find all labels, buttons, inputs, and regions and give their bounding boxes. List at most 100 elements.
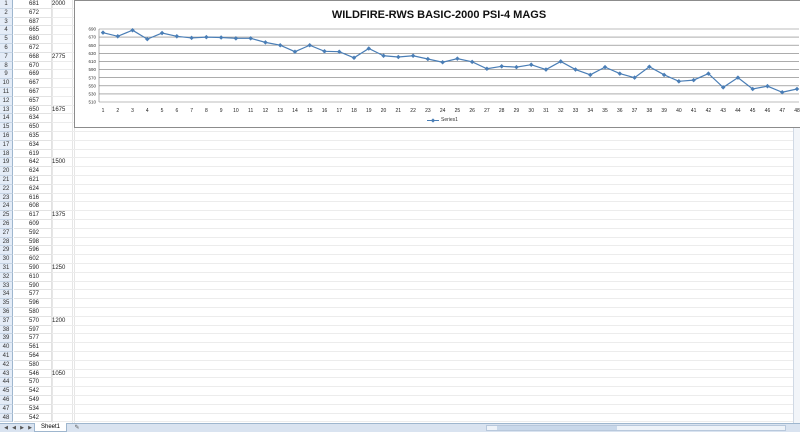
row-header[interactable]: 17: [0, 140, 13, 150]
cell-a[interactable]: 642: [14, 158, 52, 168]
row-header[interactable]: 15: [0, 123, 13, 132]
cell-b[interactable]: 2775: [52, 53, 72, 62]
row-header[interactable]: 12: [0, 96, 13, 106]
row-header[interactable]: 22: [0, 184, 13, 194]
row-header[interactable]: 4: [0, 26, 13, 36]
insert-sheet-icon[interactable]: ✎: [72, 424, 82, 432]
cell-a[interactable]: 687: [14, 17, 52, 27]
cell-a[interactable]: 621: [14, 176, 52, 185]
row-header[interactable]: 11: [0, 88, 13, 97]
row-header[interactable]: 10: [0, 79, 13, 88]
cell-a[interactable]: 542: [14, 387, 52, 396]
cell-a[interactable]: 624: [14, 167, 52, 176]
row-header[interactable]: 2: [0, 8, 13, 18]
row-header[interactable]: 13: [0, 105, 13, 115]
embedded-chart[interactable]: WILDFIRE-RWS BASIC-2000 PSI-4 MAGS 510 53…: [74, 0, 800, 128]
cell-a[interactable]: 681: [14, 0, 52, 9]
cell-a[interactable]: 577: [14, 334, 52, 344]
cell-a[interactable]: 598: [14, 237, 52, 247]
cell-a[interactable]: 549: [14, 396, 52, 405]
row-header[interactable]: 9: [0, 70, 13, 80]
cell-a[interactable]: 610: [14, 272, 52, 282]
row-header[interactable]: 42: [0, 360, 13, 370]
cell-a[interactable]: 635: [14, 132, 52, 141]
cell-a[interactable]: 634: [14, 114, 52, 124]
row-header[interactable]: 25: [0, 211, 13, 220]
row-header[interactable]: 29: [0, 246, 13, 256]
cell-a[interactable]: 672: [14, 8, 52, 18]
cell-a[interactable]: 670: [14, 61, 52, 71]
cell-a[interactable]: 617: [14, 211, 52, 220]
cell-a[interactable]: 667: [14, 88, 52, 97]
cell-b[interactable]: 1500: [52, 158, 72, 167]
cell-a[interactable]: 616: [14, 193, 52, 203]
row-header[interactable]: 38: [0, 325, 13, 335]
row-header[interactable]: 34: [0, 290, 13, 300]
cell-a[interactable]: 624: [14, 184, 52, 194]
row-header[interactable]: 43: [0, 369, 13, 379]
next-sheet-icon[interactable]: ▶: [18, 424, 26, 432]
row-header[interactable]: 32: [0, 272, 13, 282]
row-header[interactable]: 36: [0, 308, 13, 317]
row-header[interactable]: 7: [0, 52, 13, 62]
horizontal-scroll-thumb[interactable]: [497, 426, 617, 430]
cell-a[interactable]: 668: [14, 52, 52, 62]
cell-a[interactable]: 609: [14, 220, 52, 229]
cell-b[interactable]: 1250: [52, 264, 72, 273]
row-header[interactable]: 33: [0, 281, 13, 291]
cell-a[interactable]: 590: [14, 281, 52, 291]
first-sheet-icon[interactable]: ◀: [2, 424, 10, 432]
row-header[interactable]: 5: [0, 35, 13, 44]
cell-b[interactable]: 1050: [52, 370, 72, 379]
cell-a[interactable]: 596: [14, 246, 52, 256]
cell-a[interactable]: 590: [14, 264, 52, 273]
row-header[interactable]: 47: [0, 404, 13, 414]
last-sheet-icon[interactable]: ▶: [26, 424, 34, 432]
cell-a[interactable]: 602: [14, 255, 52, 264]
row-header[interactable]: 30: [0, 255, 13, 264]
row-header[interactable]: 8: [0, 61, 13, 71]
row-header[interactable]: 14: [0, 114, 13, 124]
row-header[interactable]: 46: [0, 396, 13, 405]
row-header[interactable]: 44: [0, 378, 13, 388]
cell-a[interactable]: 570: [14, 316, 52, 326]
horizontal-scrollbar[interactable]: [486, 425, 786, 431]
prev-sheet-icon[interactable]: ◀: [10, 424, 18, 432]
row-header[interactable]: 26: [0, 220, 13, 229]
cell-a[interactable]: 650: [14, 123, 52, 132]
cell-a[interactable]: 657: [14, 96, 52, 106]
cell-a[interactable]: 546: [14, 369, 52, 379]
tab-sheet1[interactable]: Sheet1: [34, 423, 68, 432]
row-header[interactable]: 23: [0, 193, 13, 203]
row-header[interactable]: 18: [0, 149, 13, 159]
row-header[interactable]: 21: [0, 176, 13, 185]
cell-a[interactable]: 570: [14, 378, 52, 388]
cell-a[interactable]: 596: [14, 299, 52, 308]
cell-a[interactable]: 561: [14, 343, 52, 352]
cell-a[interactable]: 564: [14, 352, 52, 361]
row-header[interactable]: 41: [0, 352, 13, 361]
cell-b[interactable]: 1675: [52, 106, 72, 115]
row-header[interactable]: 45: [0, 387, 13, 396]
row-header[interactable]: 19: [0, 158, 13, 168]
cell-b[interactable]: 1375: [52, 211, 72, 220]
row-header[interactable]: 40: [0, 343, 13, 352]
cell-a[interactable]: 608: [14, 202, 52, 212]
row-header[interactable]: 6: [0, 44, 13, 53]
cell-a[interactable]: 580: [14, 360, 52, 370]
row-header[interactable]: 35: [0, 299, 13, 308]
row-header[interactable]: 37: [0, 316, 13, 326]
cell-a[interactable]: 680: [14, 35, 52, 44]
cell-a[interactable]: 580: [14, 308, 52, 317]
cell-a[interactable]: 619: [14, 149, 52, 159]
cell-a[interactable]: 542: [14, 413, 52, 423]
cell-a[interactable]: 672: [14, 44, 52, 53]
cell-a[interactable]: 577: [14, 290, 52, 300]
row-header[interactable]: 28: [0, 237, 13, 247]
cell-a[interactable]: 665: [14, 26, 52, 36]
cell-a[interactable]: 669: [14, 70, 52, 80]
row-header[interactable]: 16: [0, 132, 13, 141]
row-header[interactable]: 24: [0, 202, 13, 212]
cell-a[interactable]: 597: [14, 325, 52, 335]
spreadsheet-grid[interactable]: 1 681 2 672 3 687 4 665 5 680 6 672 7 668 8 670 9 669 10 66…: [0, 0, 800, 424]
